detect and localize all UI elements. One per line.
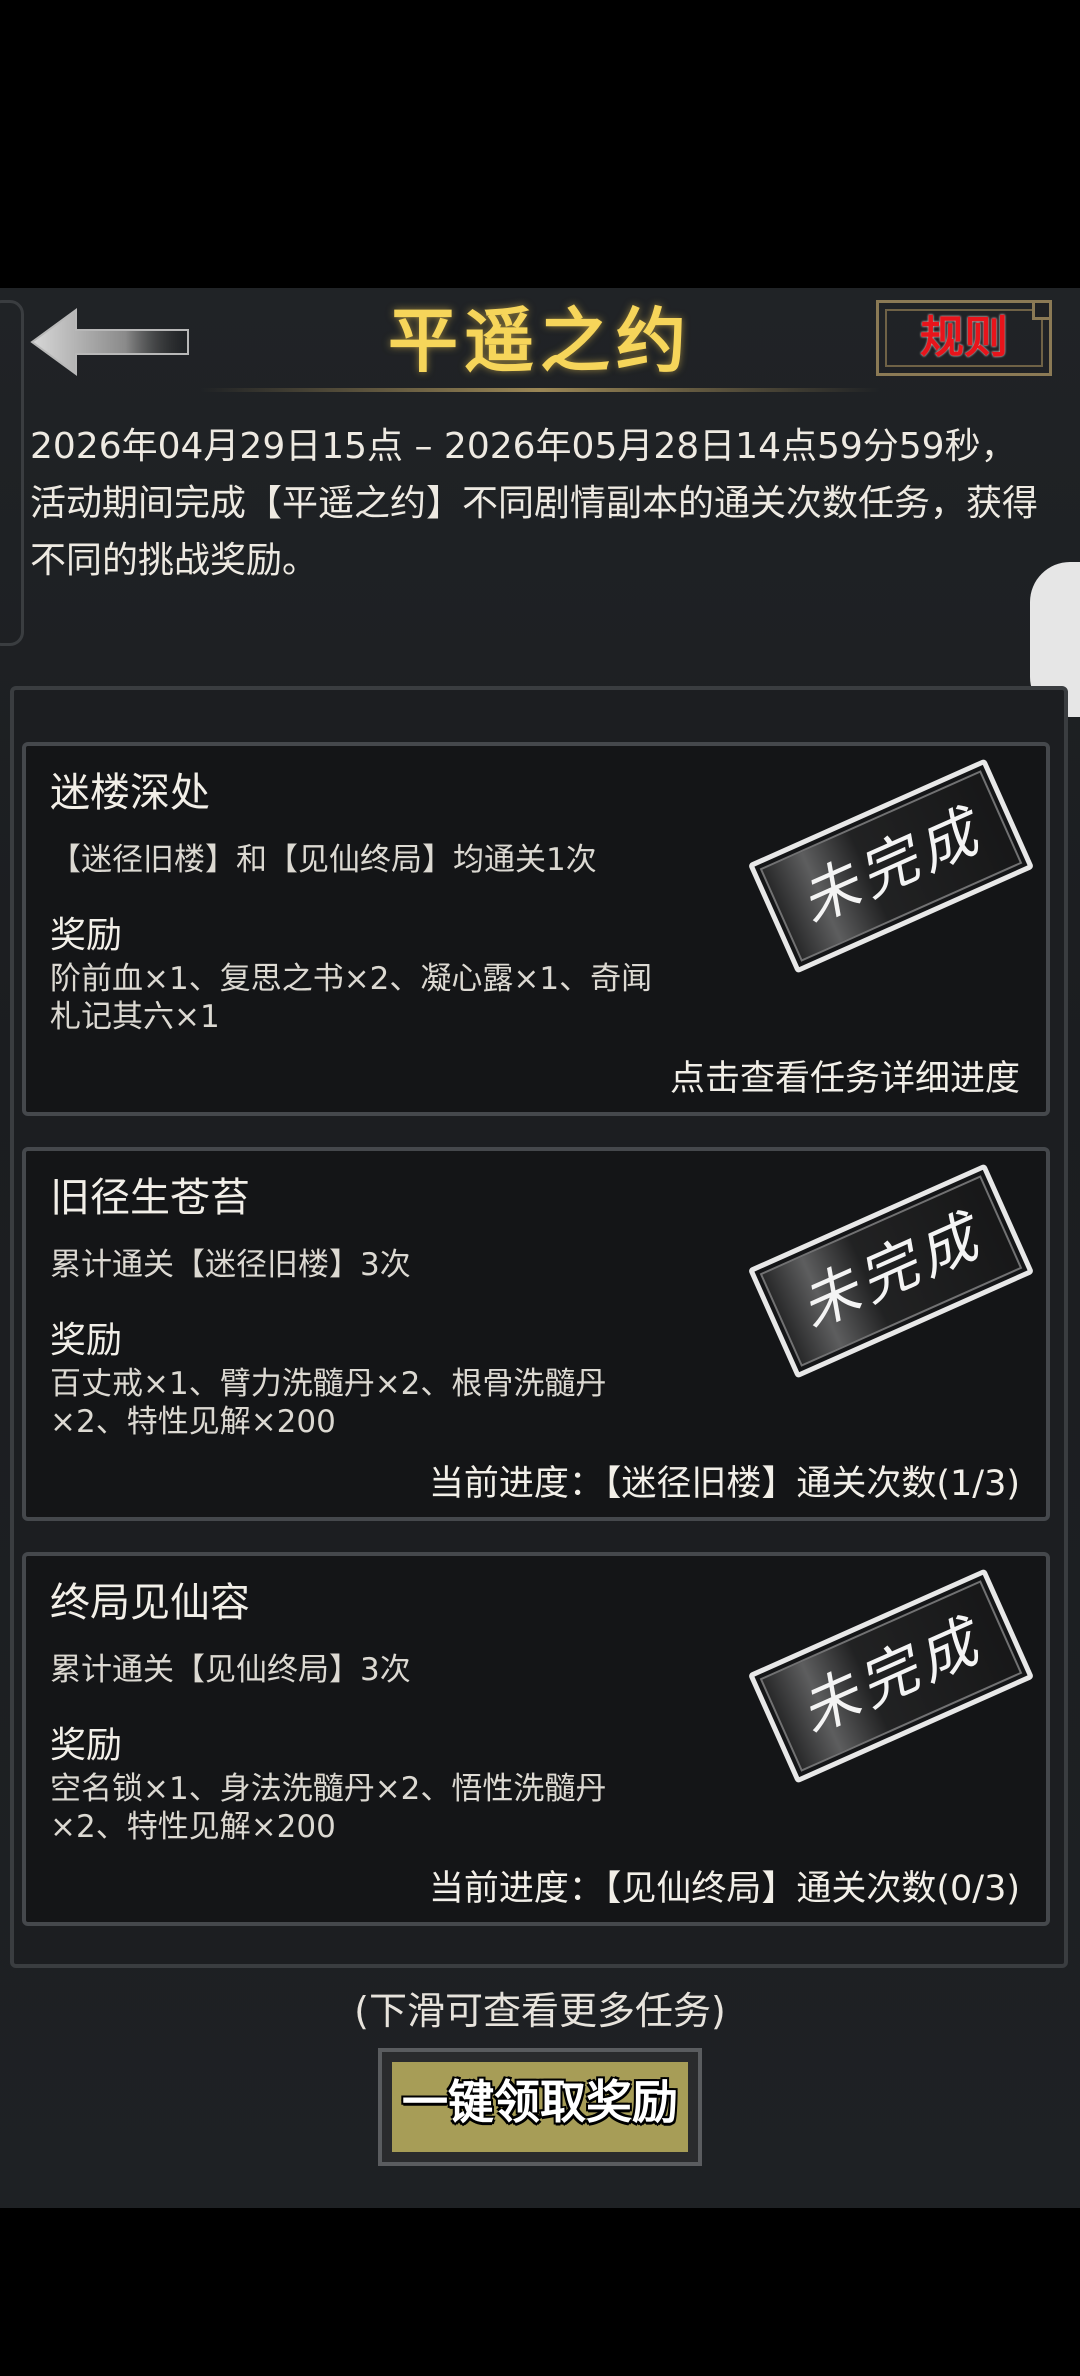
page-title: 平遥之约: [388, 299, 692, 382]
task-card[interactable]: 旧径生苍苔 累计通关【迷径旧楼】3次 奖励 百丈戒×1、臂力洗髓丹×2、根骨洗髓…: [22, 1147, 1050, 1521]
claim-all-rewards-button[interactable]: 一键领取奖励: [378, 2048, 702, 2166]
task-name: 终局见仙容: [50, 1580, 250, 1626]
task-name: 旧径生苍苔: [50, 1175, 250, 1221]
task-card[interactable]: 迷楼深处 【迷径旧楼】和【见仙终局】均通关1次 奖励 阶前血×1、复思之书×2、…: [22, 742, 1050, 1116]
reward-list: 空名锁×1、身法洗髓丹×2、悟性洗髓丹×2、特性见解×200: [50, 1771, 607, 1845]
stamp-text: 未完成: [789, 1200, 993, 1342]
back-button[interactable]: [30, 302, 190, 382]
reward-list: 阶前血×1、复思之书×2、凝心露×1、奇闻札记其六×1: [50, 961, 653, 1035]
stamp-text: 未完成: [789, 1605, 993, 1747]
task-detail-link[interactable]: 点击查看任务详细进度: [670, 1050, 1020, 1101]
reward-heading: 奖励: [50, 1320, 123, 1361]
event-description: 2026年04月29日15点 – 2026年05月28日14点59分59秒，活动…: [30, 426, 1039, 581]
task-progress: 当前进度：【迷径旧楼】通关次数(1/3): [428, 1464, 1020, 1504]
incomplete-stamp: 未完成: [747, 758, 1035, 974]
task-name: 迷楼深处: [50, 770, 210, 816]
rules-button[interactable]: 规则: [876, 300, 1052, 376]
task-progress: 当前进度：【见仙终局】通关次数(0/3): [428, 1869, 1020, 1909]
claim-button-label: 一键领取奖励: [402, 2075, 678, 2129]
reward-list: 百丈戒×1、臂力洗髓丹×2、根骨洗髓丹×2、特性见解×200: [50, 1366, 607, 1440]
left-edge-frame: [0, 300, 24, 646]
navigation-bar-area: [0, 2208, 1080, 2376]
task-requirement: 【迷径旧楼】和【见仙终局】均通关1次: [50, 842, 597, 878]
incomplete-stamp: 未完成: [747, 1568, 1035, 1784]
reward-heading: 奖励: [50, 915, 123, 956]
scroll-hint: (下滑可查看更多任务): [354, 1989, 726, 2033]
stamp-text: 未完成: [789, 795, 993, 937]
task-requirement: 累计通关【迷径旧楼】3次: [50, 1247, 411, 1283]
back-arrow-icon: [30, 308, 189, 376]
reward-heading: 奖励: [50, 1725, 123, 1766]
incomplete-stamp: 未完成: [747, 1163, 1035, 1379]
title-underline: [200, 388, 880, 392]
task-requirement: 累计通关【见仙终局】3次: [50, 1652, 411, 1688]
rules-label: 规则: [920, 312, 1008, 363]
status-bar-area: [0, 0, 1080, 288]
task-card[interactable]: 终局见仙容 累计通关【见仙终局】3次 奖励 空名锁×1、身法洗髓丹×2、悟性洗髓…: [22, 1552, 1050, 1926]
